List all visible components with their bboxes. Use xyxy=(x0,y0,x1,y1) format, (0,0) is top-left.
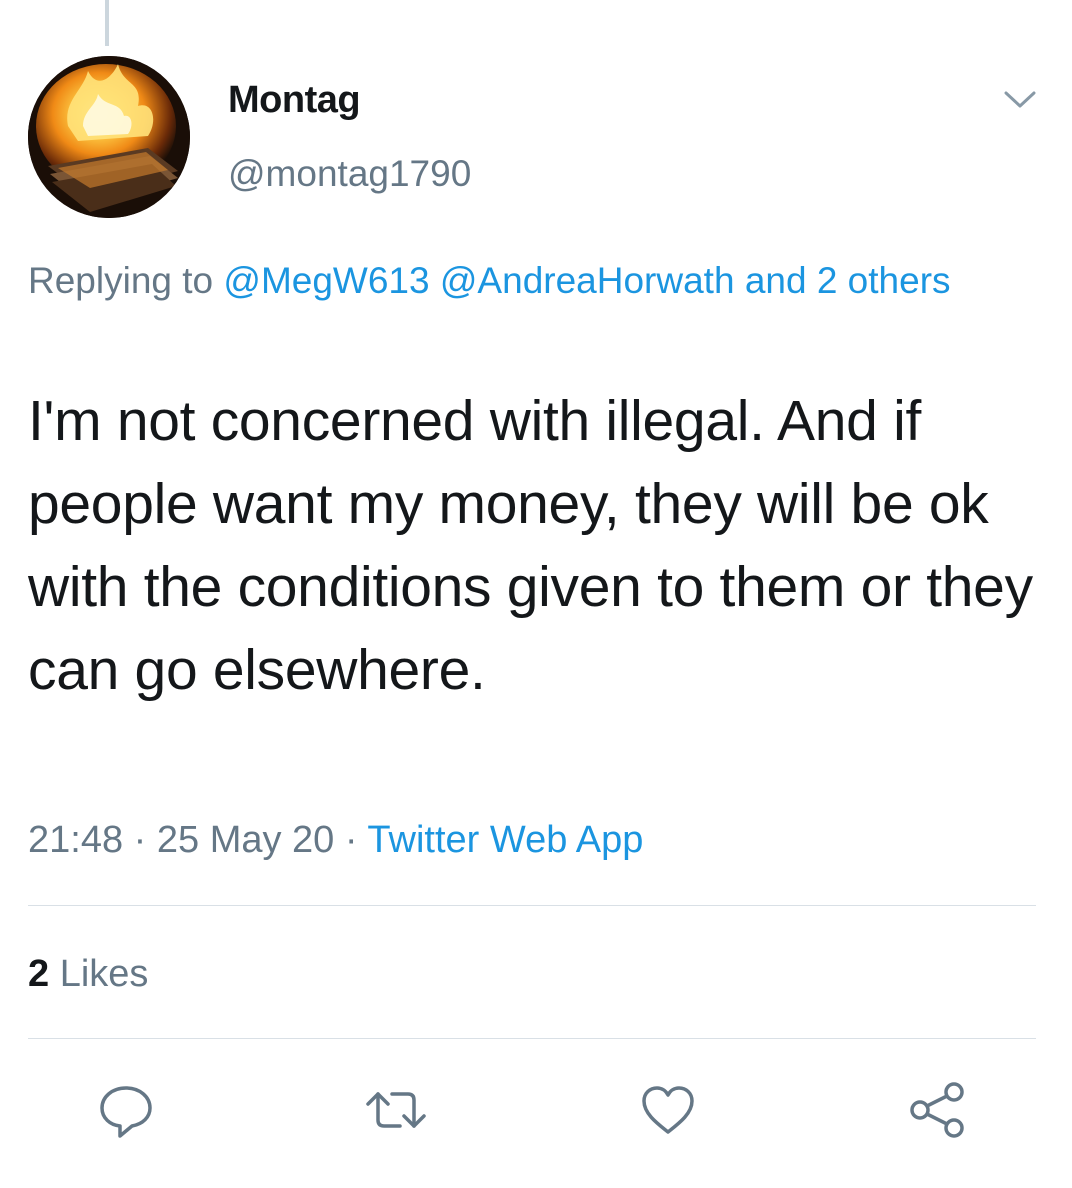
burning-books-avatar-icon xyxy=(28,56,190,218)
meta-separator: · xyxy=(133,819,147,861)
mention-link[interactable]: @MegW613 xyxy=(223,260,429,301)
avatar[interactable] xyxy=(28,56,190,218)
like-icon xyxy=(642,1086,694,1134)
tweet-source-link[interactable]: Twitter Web App xyxy=(367,819,643,861)
author-display-name[interactable]: Montag xyxy=(228,76,361,124)
like-button[interactable] xyxy=(636,1078,700,1142)
tweet-text: I'm not concerned with illegal. And if p… xyxy=(28,389,1033,702)
mention-link[interactable]: @AndreaHorwath xyxy=(440,260,735,301)
chevron-down-icon[interactable] xyxy=(1000,80,1040,120)
tweet-metadata: 21:48 · 25 May 20 · Twitter Web App xyxy=(28,812,643,868)
tweet-detail: Montag @montag1790 Replying to @MegW613 … xyxy=(0,0,1072,1188)
likes-label: Likes xyxy=(59,953,149,995)
reply-button[interactable] xyxy=(94,1078,158,1142)
tweet-time[interactable]: 21:48 xyxy=(28,819,123,861)
retweet-icon xyxy=(366,1092,426,1128)
tweet-date[interactable]: 25 May 20 xyxy=(157,819,334,861)
share-button[interactable] xyxy=(906,1078,970,1142)
divider xyxy=(28,1038,1036,1039)
author-handle[interactable]: @montag1790 xyxy=(228,150,471,198)
share-icon xyxy=(910,1082,964,1138)
others-link[interactable]: and 2 others xyxy=(745,260,951,301)
divider xyxy=(28,905,1036,906)
reply-icon xyxy=(100,1086,152,1138)
meta-separator: · xyxy=(344,819,358,861)
likes-stat[interactable]: 2 Likes xyxy=(28,946,148,1002)
reply-prefix: Replying to xyxy=(28,260,214,301)
retweet-button[interactable] xyxy=(364,1078,428,1142)
likes-count: 2 xyxy=(28,953,50,995)
thread-connector-line xyxy=(105,0,109,46)
reply-context: Replying to @MegW613 @AndreaHorwath and … xyxy=(28,252,1028,310)
